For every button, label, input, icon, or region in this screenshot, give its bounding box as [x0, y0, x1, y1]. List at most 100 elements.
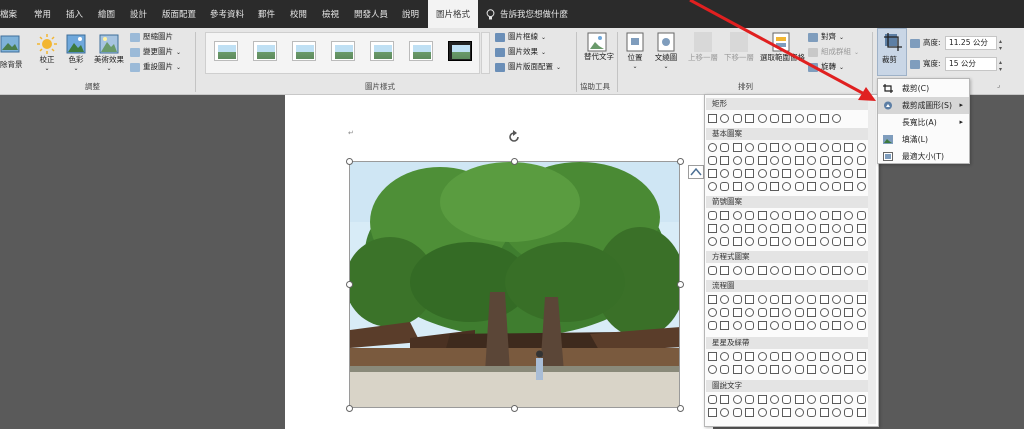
- shape-option[interactable]: [832, 169, 841, 178]
- shape-option[interactable]: [844, 143, 854, 152]
- shape-option[interactable]: [745, 143, 755, 152]
- shape-option[interactable]: [770, 156, 779, 165]
- shape-option[interactable]: [720, 224, 730, 233]
- shape-option[interactable]: [708, 352, 717, 361]
- shape-option[interactable]: [807, 224, 817, 233]
- shape-option[interactable]: [856, 295, 866, 304]
- shape-option[interactable]: [708, 143, 717, 152]
- shape-option[interactable]: [782, 169, 792, 178]
- shape-option[interactable]: [794, 365, 804, 374]
- shape-option[interactable]: [794, 266, 804, 275]
- tab-home[interactable]: 常用: [34, 0, 51, 28]
- shape-option[interactable]: [708, 237, 717, 246]
- shape-option[interactable]: [832, 365, 841, 374]
- resize-handle[interactable]: [511, 405, 518, 412]
- shape-option[interactable]: [794, 295, 804, 304]
- shape-option[interactable]: [732, 182, 742, 191]
- resize-handle[interactable]: [511, 158, 518, 165]
- shape-option[interactable]: [732, 224, 742, 233]
- color-button[interactable]: 色彩 ⌄: [64, 34, 88, 72]
- width-field[interactable]: 15 公分: [945, 57, 997, 71]
- corrections-button[interactable]: 校正 ⌄: [35, 34, 59, 72]
- shape-option[interactable]: [782, 224, 792, 233]
- shape-option[interactable]: [745, 169, 755, 178]
- shape-option[interactable]: [807, 211, 817, 220]
- shape-option[interactable]: [745, 352, 755, 361]
- shape-option[interactable]: [819, 237, 829, 246]
- picture-layout-button[interactable]: 圖片版面配置 ⌄: [495, 61, 561, 73]
- shape-option[interactable]: [770, 352, 779, 361]
- shape-option[interactable]: [856, 395, 866, 404]
- shape-option[interactable]: [794, 408, 804, 417]
- shape-option[interactable]: [732, 365, 742, 374]
- shape-option[interactable]: [856, 224, 866, 233]
- shape-option[interactable]: [720, 352, 730, 361]
- picture-style-thumb[interactable]: [214, 41, 238, 61]
- shape-option[interactable]: [794, 169, 804, 178]
- bring-forward-button[interactable]: 上移一層: [686, 32, 720, 63]
- shape-option[interactable]: [745, 308, 755, 317]
- shape-option[interactable]: [745, 408, 755, 417]
- shape-option[interactable]: [720, 408, 730, 417]
- shape-option[interactable]: [794, 321, 804, 330]
- shape-option[interactable]: [745, 321, 755, 330]
- picture-border-button[interactable]: 圖片框線 ⌄: [495, 31, 546, 43]
- send-backward-button[interactable]: 下移一層: [722, 32, 756, 63]
- shape-option[interactable]: [708, 295, 717, 304]
- shape-option[interactable]: [832, 295, 841, 304]
- shape-option[interactable]: [844, 352, 854, 361]
- tab-help[interactable]: 說明: [402, 0, 419, 28]
- wrap-text-button[interactable]: 文繞圖 ⌄: [651, 32, 681, 70]
- shape-option[interactable]: [757, 308, 767, 317]
- shape-option[interactable]: [770, 114, 779, 123]
- shape-option[interactable]: [720, 395, 730, 404]
- shape-option[interactable]: [856, 237, 866, 246]
- menu-item-crop-to-shape[interactable]: 裁剪成圖形(S) ▸: [878, 97, 969, 114]
- shape-option[interactable]: [770, 408, 779, 417]
- shape-option[interactable]: [819, 321, 829, 330]
- menu-item-aspect-ratio[interactable]: 長寬比(A) ▸: [878, 114, 969, 131]
- picture-style-thumb[interactable]: [448, 41, 472, 61]
- tab-file[interactable]: 檔案: [0, 0, 17, 28]
- shape-option[interactable]: [856, 156, 866, 165]
- tell-me-search[interactable]: 告訴我您想做什麼: [500, 0, 568, 28]
- shape-option[interactable]: [807, 365, 817, 374]
- spin-arrows-icon[interactable]: ▴ ▾: [999, 38, 1002, 52]
- shape-option[interactable]: [832, 352, 841, 361]
- group-objects-button[interactable]: 組成群組 ⌄: [808, 46, 859, 58]
- picture-effects-button[interactable]: 圖片效果 ⌄: [495, 46, 546, 58]
- shape-option[interactable]: [745, 182, 755, 191]
- shape-option[interactable]: [745, 156, 755, 165]
- shape-option[interactable]: [844, 169, 854, 178]
- shape-option[interactable]: [807, 266, 817, 275]
- shape-option[interactable]: [708, 224, 717, 233]
- shape-option[interactable]: [856, 352, 866, 361]
- gallery-scroll[interactable]: [481, 32, 490, 74]
- shape-option[interactable]: [794, 224, 804, 233]
- shape-option[interactable]: [819, 224, 829, 233]
- shape-option[interactable]: [856, 182, 866, 191]
- shape-option[interactable]: [720, 143, 730, 152]
- shape-option[interactable]: [819, 352, 829, 361]
- shape-option[interactable]: [819, 169, 829, 178]
- shape-option[interactable]: [732, 395, 742, 404]
- shape-option[interactable]: [732, 114, 742, 123]
- shape-option[interactable]: [782, 321, 792, 330]
- shape-option[interactable]: [732, 352, 742, 361]
- shape-option[interactable]: [807, 295, 817, 304]
- shape-option[interactable]: [757, 182, 767, 191]
- tab-review[interactable]: 校閱: [290, 0, 307, 28]
- shape-option[interactable]: [832, 408, 841, 417]
- shape-option[interactable]: [782, 156, 792, 165]
- shape-option[interactable]: [819, 156, 829, 165]
- shape-option[interactable]: [819, 114, 829, 123]
- shape-option[interactable]: [819, 395, 829, 404]
- height-field[interactable]: 11.25 公分: [945, 36, 997, 50]
- shape-option[interactable]: [745, 365, 755, 374]
- tab-references[interactable]: 參考資料: [210, 0, 244, 28]
- shape-option[interactable]: [782, 114, 792, 123]
- shape-option[interactable]: [782, 237, 792, 246]
- resize-handle[interactable]: [346, 158, 353, 165]
- shape-option[interactable]: [708, 156, 717, 165]
- shape-option[interactable]: [757, 211, 767, 220]
